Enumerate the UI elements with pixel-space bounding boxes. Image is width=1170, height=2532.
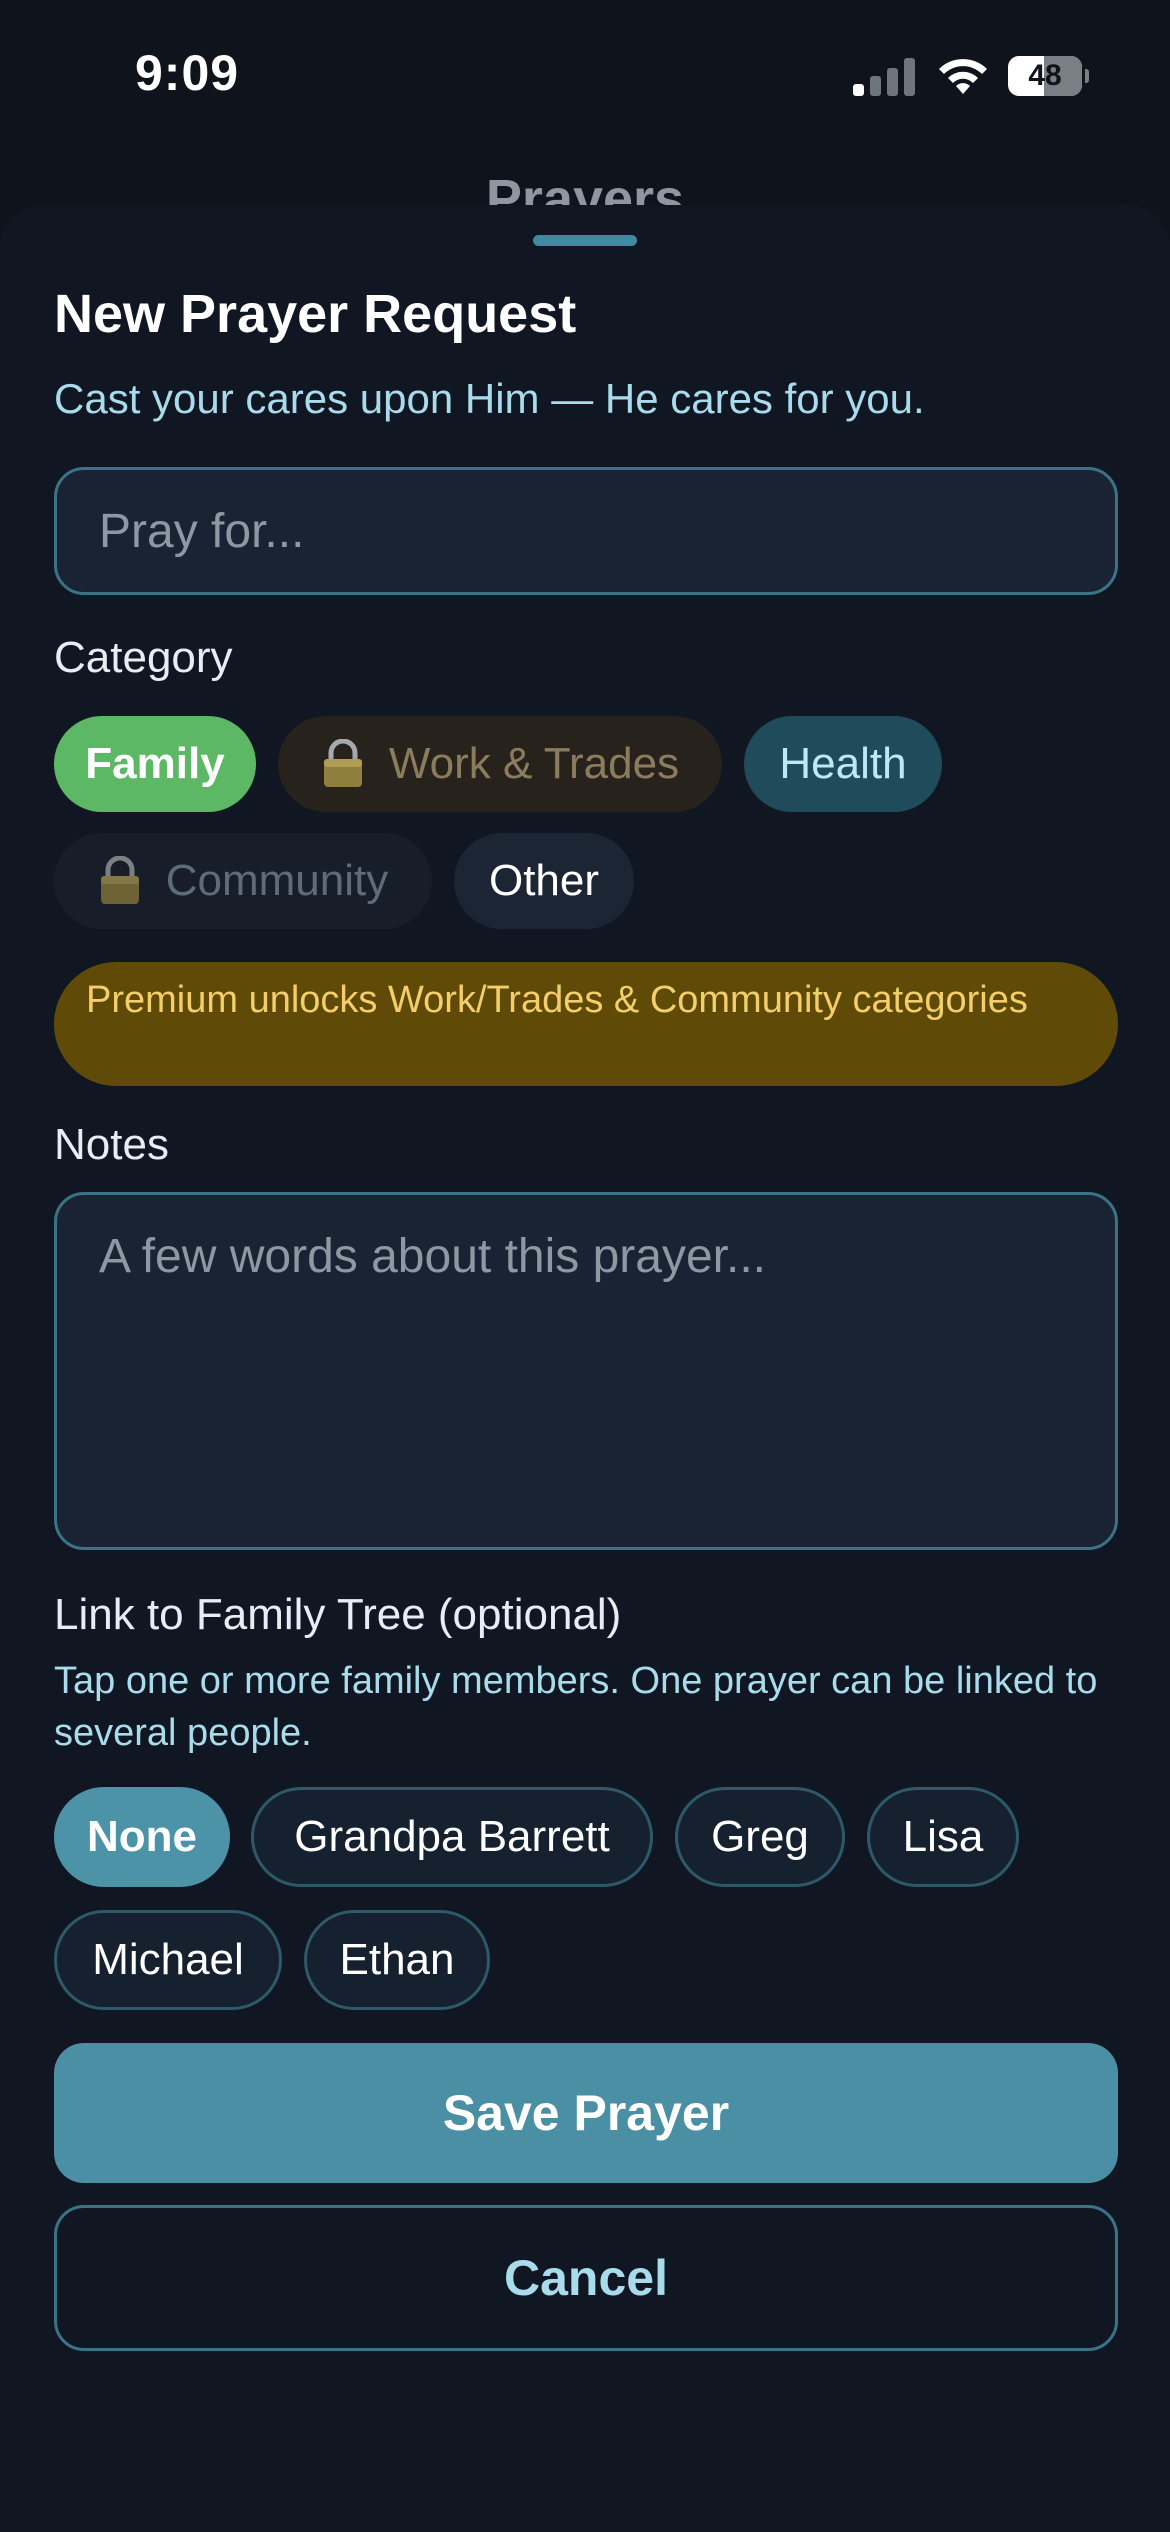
family-member-label: Michael xyxy=(92,1935,244,1984)
cellular-signal-icon xyxy=(853,58,915,96)
family-member-label: None xyxy=(87,1812,197,1861)
family-member-label: Greg xyxy=(711,1812,809,1861)
category-chip-label: Health xyxy=(779,739,907,788)
family-link-helper: Tap one or more family members. One pray… xyxy=(54,1660,1098,1754)
family-member-chip-grandpa-barrett[interactable]: Grandpa Barrett xyxy=(251,1787,653,1887)
padlock-icon xyxy=(323,739,362,787)
category-chip-work-trades[interactable]: Work & Trades xyxy=(278,716,722,812)
family-member-label: Lisa xyxy=(902,1812,984,1861)
sheet-subtitle: Cast your cares upon Him — He cares for … xyxy=(54,375,925,422)
premium-notice-banner[interactable]: Premium unlocks Work/Trades & Community … xyxy=(54,962,1118,1086)
category-chip-label: Other xyxy=(488,856,600,905)
sheet-grabber-handle[interactable] xyxy=(533,235,637,246)
pray-for-input[interactable] xyxy=(54,467,1118,595)
category-chip-label: Community xyxy=(165,856,389,905)
cancel-button[interactable]: Cancel xyxy=(54,2205,1118,2351)
category-chip-other[interactable]: Other xyxy=(454,833,634,929)
family-member-chip-michael[interactable]: Michael xyxy=(54,1910,282,2010)
family-member-chip-ethan[interactable]: Ethan xyxy=(304,1910,490,2010)
category-chip-label: Family xyxy=(85,739,225,788)
family-member-chip-greg[interactable]: Greg xyxy=(675,1787,845,1887)
category-chip-community[interactable]: Community xyxy=(54,833,432,929)
save-prayer-button[interactable]: Save Prayer xyxy=(54,2043,1118,2183)
category-label: Category xyxy=(54,633,233,682)
sheet-title: New Prayer Request xyxy=(54,284,577,344)
status-time: 9:09 xyxy=(135,45,240,101)
battery-level: 48 xyxy=(1028,59,1062,92)
family-member-chip-none[interactable]: None xyxy=(54,1787,230,1887)
padlock-icon xyxy=(100,856,139,904)
family-link-label: Link to Family Tree (optional) xyxy=(54,1590,622,1639)
new-prayer-sheet: New Prayer Request Cast your cares upon … xyxy=(0,205,1170,2532)
category-chip-health[interactable]: Health xyxy=(744,716,942,812)
notes-textarea[interactable] xyxy=(54,1192,1118,1550)
battery-icon: 48 xyxy=(1008,56,1089,96)
status-bar: 9:09 48 xyxy=(0,0,1170,150)
family-member-label: Grandpa Barrett xyxy=(294,1812,610,1861)
notes-label: Notes xyxy=(54,1120,169,1169)
category-chip-label: Work & Trades xyxy=(388,739,680,788)
family-member-chip-lisa[interactable]: Lisa xyxy=(867,1787,1019,1887)
category-chip-family[interactable]: Family xyxy=(54,716,256,812)
wifi-icon xyxy=(939,59,987,94)
family-member-label: Ethan xyxy=(339,1935,455,1984)
screen: 9:09 48 Prayers New Prayer Request Cast … xyxy=(0,0,1170,2532)
